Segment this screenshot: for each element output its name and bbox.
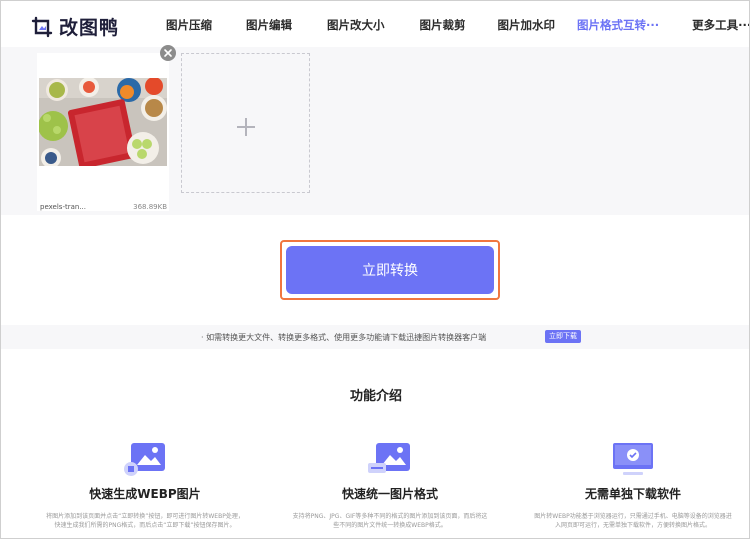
remove-file-button[interactable]	[160, 45, 176, 61]
image-webp-icon	[123, 439, 167, 479]
download-tip-bar: · 如需转换更大文件、转换更多格式、使用更多功能请下载迅捷图片转换器客户端 立即…	[1, 325, 749, 349]
feature-name: 快速统一图片格式	[341, 487, 438, 501]
download-now-button[interactable]: 立即下载	[545, 330, 581, 343]
logo-text: 改图鸭	[59, 17, 120, 39]
nav-more-tools[interactable]: 更多工具···	[692, 17, 749, 33]
nav-image-edit[interactable]: 图片编辑	[246, 17, 292, 33]
file-name: pexels-tran...	[40, 203, 87, 211]
feature-card-no-download: 无需单独下载软件 图片转WEBP功能基于浏览器运行，只需通过手机、电脑等设备的浏…	[523, 439, 743, 530]
download-tip-text: · 如需转换更大文件、转换更多格式、使用更多功能请下载迅捷图片转换器客户端	[201, 333, 487, 342]
feature-name: 快速生成WEBP图片	[89, 487, 201, 501]
logo-icon	[31, 16, 53, 38]
add-image-button[interactable]	[181, 53, 310, 193]
main-nav: 图片压缩 图片编辑 图片改大小 图片裁剪 图片加水印 图片格式互转··· 更多工…	[166, 17, 749, 33]
file-size: 368.89KB	[133, 203, 167, 211]
feature-desc: 将图片添加到该页面并点击“立即转换”按钮，即可进行图片转WEBP处理，快速生成我…	[46, 513, 244, 529]
nav-image-watermark[interactable]: 图片加水印	[498, 17, 556, 33]
convert-button-highlight: 立即转换	[280, 240, 500, 300]
feature-desc: 图片转WEBP功能基于浏览器运行，只需通过手机、电脑等设备的浏览器进入网页即可运…	[534, 513, 732, 529]
feature-card-unify-format: 快速统一图片格式 支持将PNG、JPG、GIF等多种不同的格式的图片添加到该页面…	[280, 439, 500, 530]
uploaded-file-card[interactable]: pexels-tran... 368.89KB	[37, 53, 169, 211]
feature-desc: 支持将PNG、JPG、GIF等多种不同的格式的图片添加到该页面，而后将这些不同的…	[292, 513, 488, 529]
feature-card-webp: 快速生成WEBP图片 将图片添加到该页面并点击“立即转换”按钮，即可进行图片转W…	[35, 439, 255, 530]
convert-now-button[interactable]: 立即转换	[286, 246, 494, 294]
nav-image-compress[interactable]: 图片压缩	[166, 17, 212, 33]
feature-name: 无需单独下载软件	[584, 487, 681, 501]
nav-image-format-convert[interactable]: 图片格式互转···	[577, 17, 659, 33]
browser-frame: 改图鸭 图片压缩 图片编辑 图片改大小 图片裁剪 图片加水印 图片格式互转···…	[0, 0, 750, 539]
logo[interactable]: 改图鸭	[31, 13, 119, 40]
nav-image-crop[interactable]: 图片裁剪	[420, 17, 466, 33]
features-title: 功能介绍	[349, 389, 402, 404]
plus-icon	[237, 118, 255, 136]
uploaded-image-thumbnail	[39, 78, 167, 166]
image-format-icon	[368, 439, 412, 479]
monitor-check-icon	[611, 439, 655, 479]
header: 改图鸭 图片压缩 图片编辑 图片改大小 图片裁剪 图片加水印 图片格式互转···…	[1, 1, 749, 47]
nav-image-resize[interactable]: 图片改大小	[327, 17, 385, 33]
close-icon	[164, 49, 172, 57]
upload-area: pexels-tran... 368.89KB	[1, 47, 749, 215]
